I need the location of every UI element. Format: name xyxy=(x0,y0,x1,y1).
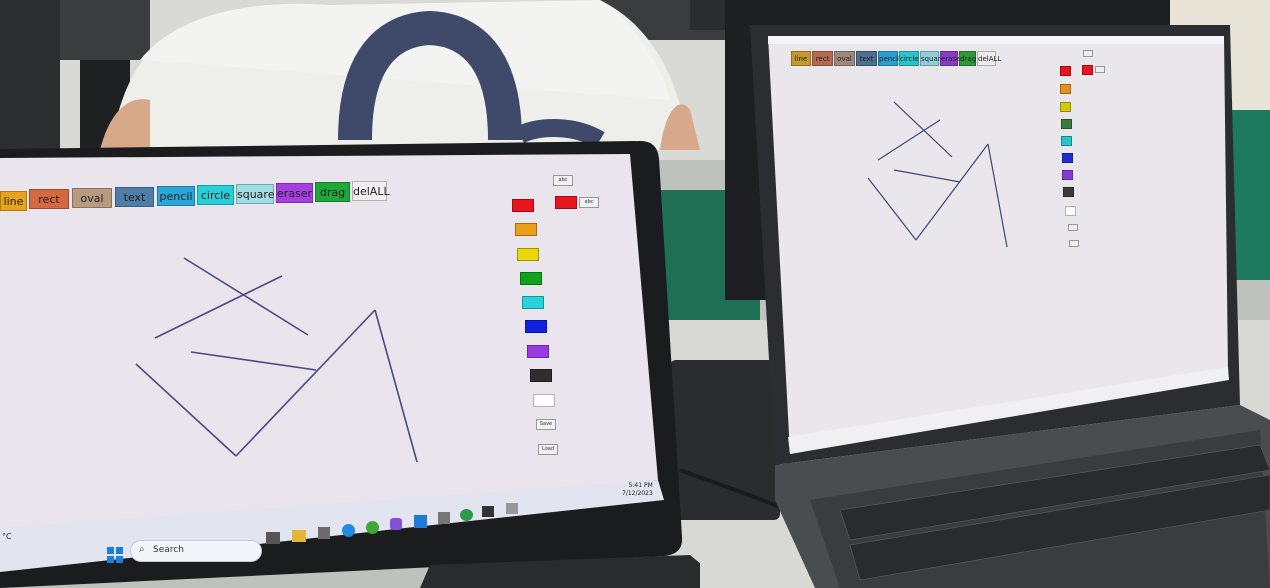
right-tool-square[interactable]: square xyxy=(920,51,945,66)
left-swatch-cyan[interactable] xyxy=(522,296,544,309)
right-tool-oval[interactable]: oval xyxy=(834,51,855,66)
left-tool-eraser[interactable]: eraser xyxy=(276,183,313,203)
right-swatch-cyan[interactable] xyxy=(1061,136,1072,146)
right-swatch-orange[interactable] xyxy=(1060,84,1071,94)
right-size-button[interactable] xyxy=(1095,66,1105,73)
right-tool-rect[interactable]: rect xyxy=(812,51,833,66)
left-load-button[interactable]: Load xyxy=(538,444,558,455)
search-label: Search xyxy=(153,545,184,555)
store-icon[interactable] xyxy=(318,527,330,539)
right-tool-drag[interactable]: drag xyxy=(959,51,976,66)
left-swatch-green[interactable] xyxy=(520,272,542,285)
left-tool-pencil[interactable]: pencil xyxy=(157,186,195,206)
left-current-color xyxy=(555,196,577,209)
left-tool-circle[interactable]: circle xyxy=(197,185,234,205)
edge-icon[interactable] xyxy=(342,524,355,537)
left-swatch-white[interactable] xyxy=(533,394,555,407)
terminal-icon[interactable] xyxy=(482,506,494,517)
notepad-icon[interactable] xyxy=(438,512,450,524)
right-swatch-green[interactable] xyxy=(1061,119,1072,129)
right-current-color xyxy=(1082,65,1093,75)
right-tool-eraser[interactable]: eraser xyxy=(940,51,963,66)
left-swatch-blue[interactable] xyxy=(525,320,547,333)
left-save-button[interactable]: Save xyxy=(536,419,556,430)
left-tool-delall[interactable]: delALL xyxy=(352,181,390,201)
photo-scene: line rect oval text pencil circle square… xyxy=(0,0,1270,588)
left-size-button[interactable]: abc xyxy=(579,197,599,208)
left-tool-rect[interactable]: rect xyxy=(29,189,69,209)
right-swatch-white[interactable] xyxy=(1065,206,1076,216)
vscode-icon[interactable] xyxy=(414,515,427,528)
line-app-icon[interactable] xyxy=(460,509,473,521)
taskbar-date: 7/12/2023 xyxy=(622,490,653,497)
left-tool-drag[interactable]: drag xyxy=(315,182,350,202)
windows-start-icon[interactable] xyxy=(106,546,124,564)
pen-app-icon[interactable] xyxy=(506,503,518,514)
left-swatch-purple[interactable] xyxy=(527,345,549,358)
left-screen xyxy=(0,154,664,572)
right-swatch-yellow[interactable] xyxy=(1060,102,1071,112)
left-swatch-red[interactable] xyxy=(512,199,534,212)
left-swatch-yellow[interactable] xyxy=(517,248,539,261)
left-swatch-orange[interactable] xyxy=(515,223,537,236)
taskbar-search-box[interactable]: ⌕ Search xyxy=(130,540,262,562)
taskbar-time: 5:41 PM xyxy=(628,482,653,489)
left-tool-oval[interactable]: oval xyxy=(72,188,112,208)
left-tool-text[interactable]: text xyxy=(115,187,154,207)
left-tool-line[interactable]: line xyxy=(0,191,27,211)
right-save-button[interactable] xyxy=(1068,224,1078,231)
app-icon[interactable] xyxy=(390,518,402,530)
weather-widget[interactable]: °C xyxy=(2,532,12,541)
right-tool-text[interactable]: text xyxy=(856,51,877,66)
right-top-small-button[interactable] xyxy=(1083,50,1093,57)
left-swatch-black[interactable] xyxy=(530,369,552,382)
right-swatch-black[interactable] xyxy=(1063,187,1074,197)
chrome-icon[interactable] xyxy=(366,521,379,534)
right-swatch-red[interactable] xyxy=(1060,66,1071,76)
left-tool-square[interactable]: square xyxy=(236,184,274,204)
right-tool-line[interactable]: line xyxy=(791,51,811,66)
left-top-small-button[interactable]: abc xyxy=(553,175,573,186)
search-icon: ⌕ xyxy=(139,544,145,555)
right-tool-pencil[interactable]: pencil xyxy=(878,51,900,66)
right-tool-delall[interactable]: delALL xyxy=(977,51,1001,66)
right-screen xyxy=(768,36,1229,454)
file-explorer-icon[interactable] xyxy=(292,530,306,542)
right-load-button[interactable] xyxy=(1069,240,1079,247)
right-swatch-purple[interactable] xyxy=(1062,170,1073,180)
right-tool-circle[interactable]: circle xyxy=(899,51,919,66)
task-view-icon[interactable] xyxy=(266,532,280,544)
right-swatch-blue[interactable] xyxy=(1062,153,1073,163)
taskbar-clock[interactable]: 5:41 PM 7/12/2023 xyxy=(622,482,653,498)
